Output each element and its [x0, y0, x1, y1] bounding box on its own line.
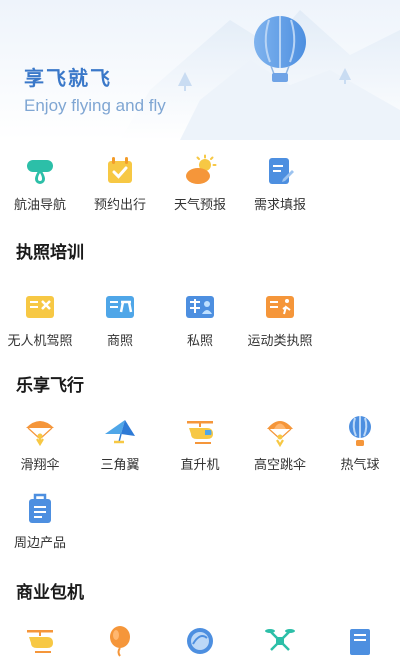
charter-drone-icon — [265, 629, 295, 651]
quick-item-booking[interactable]: 预约出行 — [80, 154, 160, 213]
fun-item-label: 三角翼 — [100, 458, 140, 473]
helicopter-icon — [187, 421, 213, 444]
charter-book-icon — [350, 629, 370, 655]
quick-item-fuel-nav[interactable]: 航油导航 — [0, 154, 80, 213]
quick-actions-row: 航油导航 预约出行 天气预报 需求填报 — [0, 150, 400, 220]
license-item-label: 私照 — [186, 334, 213, 349]
license-item-sport[interactable]: 运动类执照 — [240, 290, 320, 349]
quick-item-weather[interactable]: 天气预报 — [160, 154, 240, 213]
paraglider-icon — [26, 421, 54, 447]
charter-item-globe[interactable] — [160, 624, 240, 658]
quick-item-label: 需求填报 — [253, 198, 306, 213]
hot-air-balloon-icon — [349, 416, 371, 446]
skydiving-icon — [267, 421, 293, 448]
charter-item-helicopter[interactable] — [0, 624, 80, 658]
license-item-drone[interactable]: 无人机驾照 — [0, 290, 80, 349]
charter-item-book[interactable] — [320, 624, 400, 658]
commercial-license-icon — [106, 296, 134, 318]
fun-item-hang-glider[interactable]: 三角翼 — [80, 414, 160, 473]
hero-subtitle: Enjoy flying and fly — [24, 96, 166, 115]
hero-title: 享飞就飞 — [24, 66, 112, 90]
weather-sun-cloud-icon — [186, 154, 217, 184]
fuel-station-icon — [27, 160, 53, 184]
private-license-icon — [186, 296, 214, 318]
license-item-private[interactable]: 私照 — [160, 290, 240, 349]
fun-item-skydiving[interactable]: 高空跳伞 — [240, 414, 320, 473]
fun-item-label: 直升机 — [180, 458, 220, 473]
section-title-fun: 乐享飞行 — [16, 376, 84, 396]
section-title-license: 执照培训 — [16, 243, 84, 263]
quick-item-label: 天气预报 — [173, 198, 226, 213]
license-item-label: 无人机驾照 — [7, 334, 73, 349]
license-item-commercial[interactable]: 商照 — [80, 290, 160, 349]
charter-helicopter-icon — [27, 630, 53, 653]
charter-globe-icon — [187, 628, 213, 654]
product-bag-icon — [29, 493, 51, 523]
fun-item-label: 周边产品 — [13, 536, 66, 551]
hang-glider-icon — [105, 420, 135, 444]
drone-license-icon — [26, 296, 54, 318]
fun-item-label: 滑翔伞 — [20, 458, 60, 473]
fun-item-label: 热气球 — [340, 458, 380, 473]
charter-item-balloon[interactable] — [80, 624, 160, 658]
sport-license-icon — [266, 296, 294, 318]
fun-item-helicopter[interactable]: 直升机 — [160, 414, 240, 473]
section-title-charter: 商业包机 — [16, 583, 84, 603]
charter-balloon-icon — [110, 626, 130, 657]
fun-item-paraglider[interactable]: 滑翔伞 — [0, 414, 80, 473]
license-item-label: 运动类执照 — [247, 334, 313, 349]
quick-item-request[interactable]: 需求填报 — [240, 154, 320, 213]
fun-item-products[interactable]: 周边产品 — [0, 492, 80, 551]
fun-item-hot-air-balloon[interactable]: 热气球 — [320, 414, 400, 473]
quick-item-label: 航油导航 — [13, 198, 66, 213]
hero-banner: 享飞就飞 Enjoy flying and fly — [0, 0, 400, 140]
quick-item-label: 预约出行 — [93, 198, 146, 213]
app-page: 享飞就飞 Enjoy flying and fly 航油导航 预约出行 天气预报… — [0, 0, 400, 661]
charter-item-drone[interactable] — [240, 624, 320, 658]
calendar-check-icon — [108, 157, 132, 183]
fun-item-label: 高空跳伞 — [253, 458, 306, 473]
form-edit-icon — [269, 158, 294, 184]
license-item-label: 商照 — [106, 334, 133, 349]
